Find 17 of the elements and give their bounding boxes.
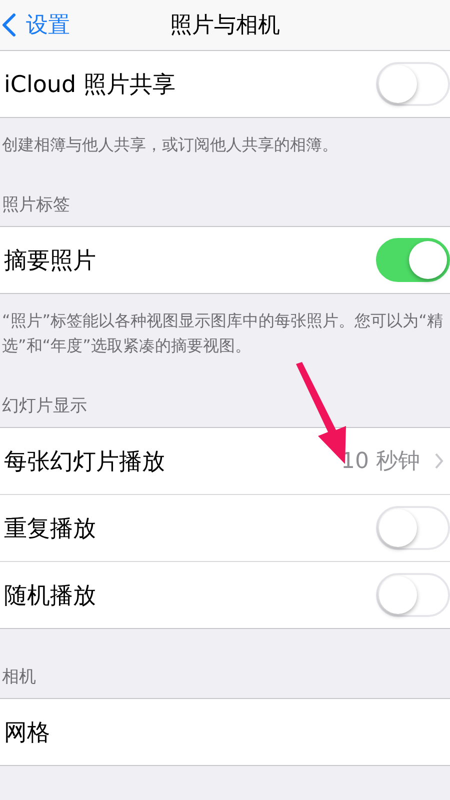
row-label: 网格 bbox=[4, 718, 51, 748]
row-label: iCloud 照片共享 bbox=[4, 70, 176, 100]
row-label: 随机播放 bbox=[4, 582, 97, 610]
toggle-switch[interactable] bbox=[376, 238, 450, 282]
page-title: 照片与相机 bbox=[170, 12, 280, 40]
row-label: 重复播放 bbox=[4, 514, 97, 544]
chevron-right-icon bbox=[434, 452, 444, 470]
section-footer: 创建相簿与他人共享，或订阅他人共享的相簿。 bbox=[0, 118, 450, 157]
row-label: 摘要照片 bbox=[4, 246, 97, 276]
section-header: 照片标签 bbox=[2, 194, 70, 216]
back-button[interactable]: 设置 bbox=[0, 10, 70, 40]
section-header: 相机 bbox=[2, 666, 36, 688]
back-chevron-icon bbox=[2, 13, 16, 37]
row-label: 每张幻灯片播放 bbox=[4, 448, 166, 476]
section-footer: “照片”标签能以各种视图显示图库中的每张照片。您可以为“精选”和“年度”选取紧凑的摘要视图。 bbox=[0, 294, 450, 358]
row-value: 10 秒钟 bbox=[341, 448, 420, 476]
section-header: 幻灯片显示 bbox=[2, 395, 87, 417]
